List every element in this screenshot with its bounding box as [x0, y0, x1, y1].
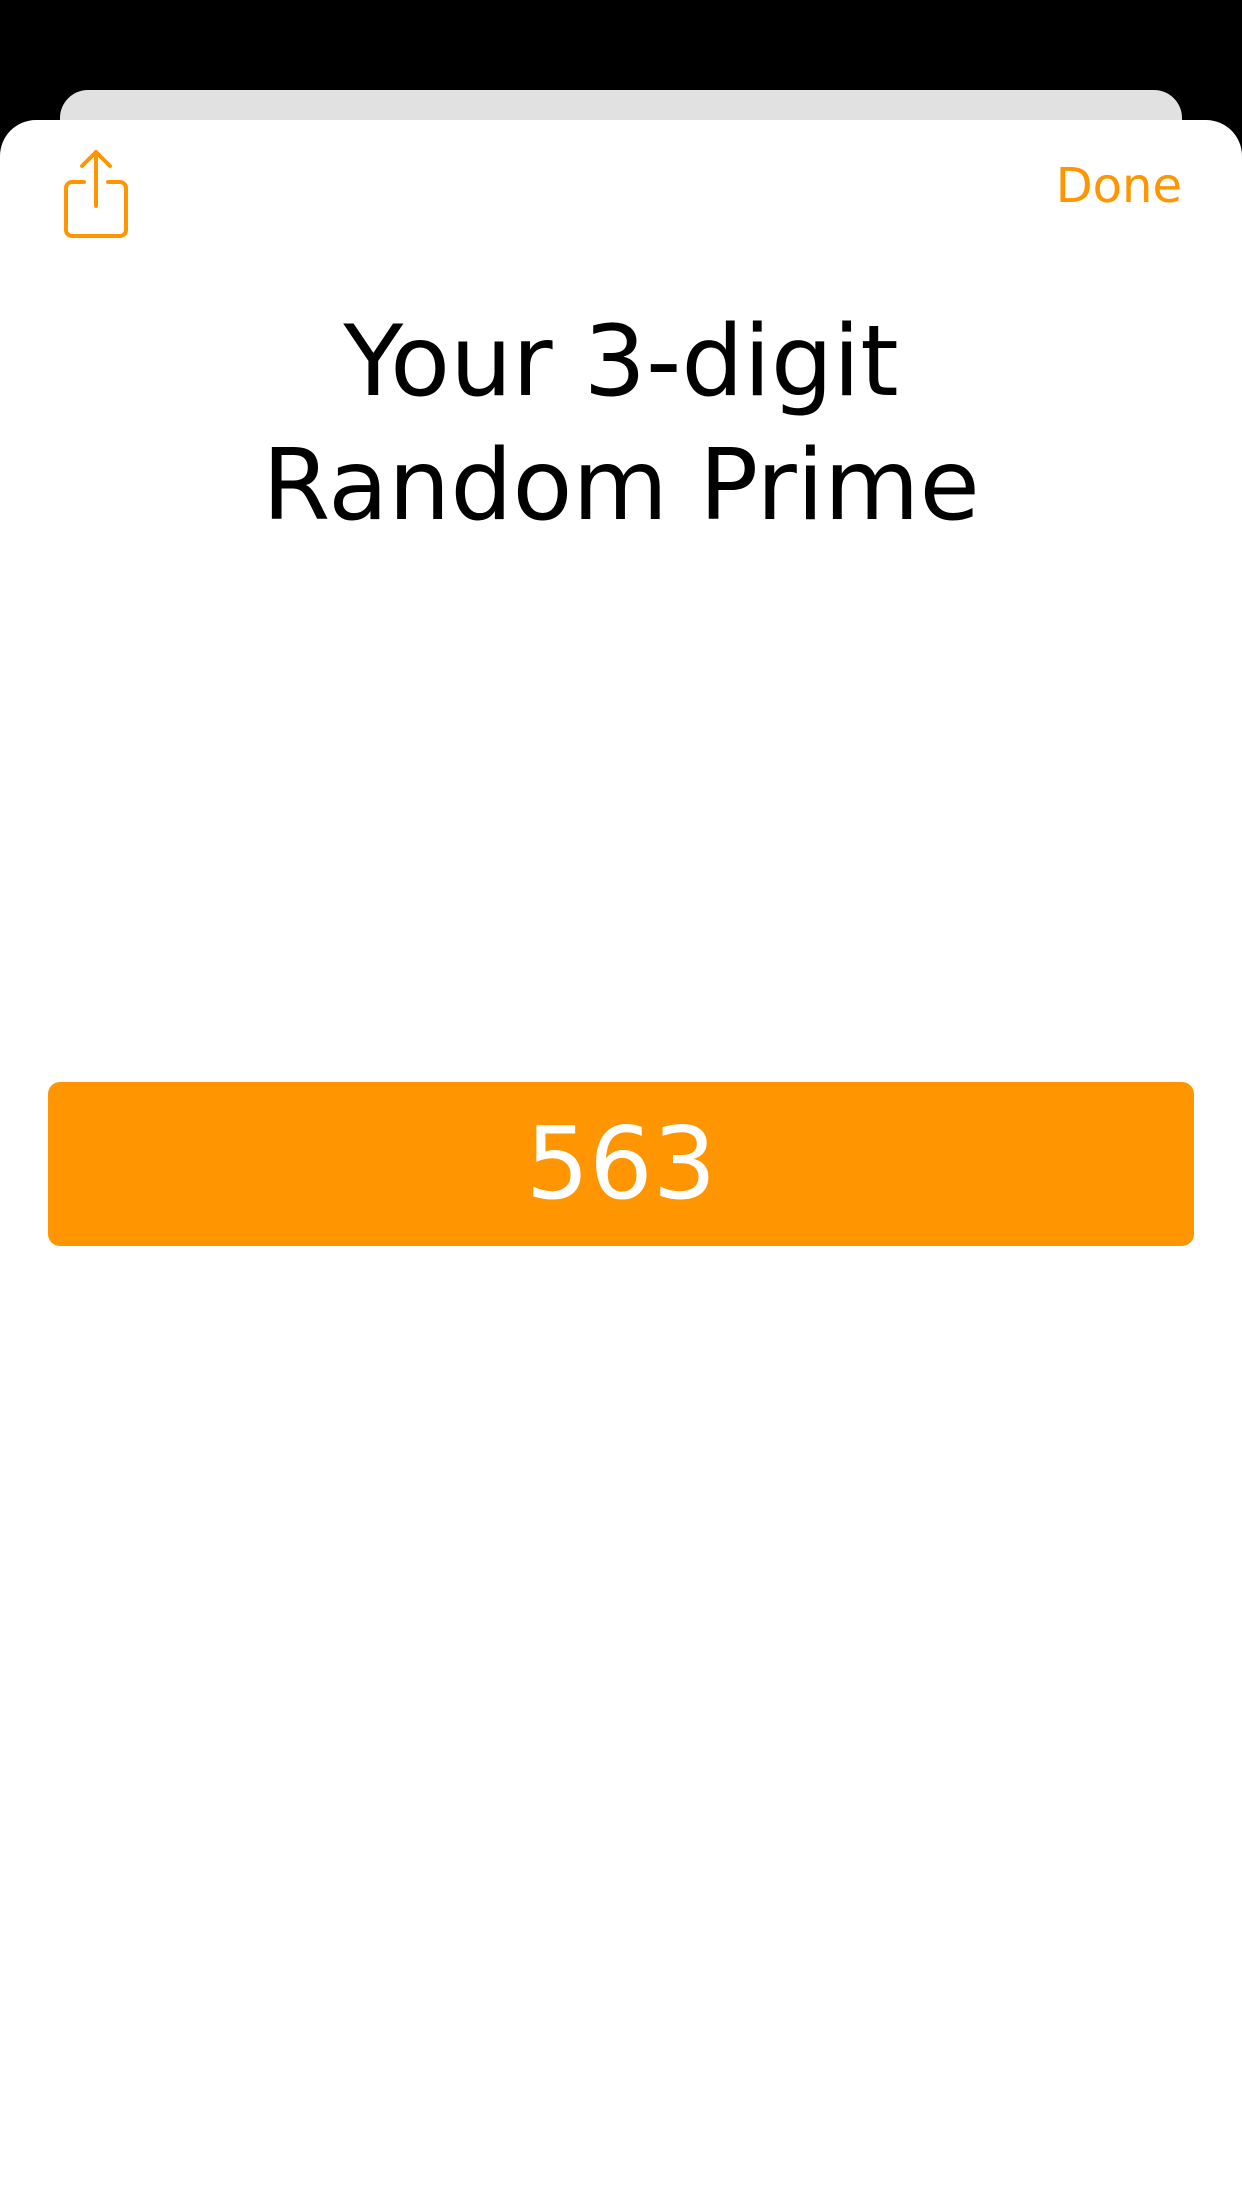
share-icon [64, 150, 128, 238]
modal-sheet: Done Your 3-digit Random Prime 563 [0, 120, 1242, 2208]
page-title-line-1: Your 3-digit [343, 305, 899, 419]
random-prime-value: 563 [525, 1105, 717, 1222]
page-title-line-2: Random Prime [262, 429, 980, 543]
share-button[interactable] [60, 146, 132, 242]
random-prime-result: 563 [48, 1082, 1194, 1246]
done-button[interactable]: Done [1056, 156, 1182, 216]
